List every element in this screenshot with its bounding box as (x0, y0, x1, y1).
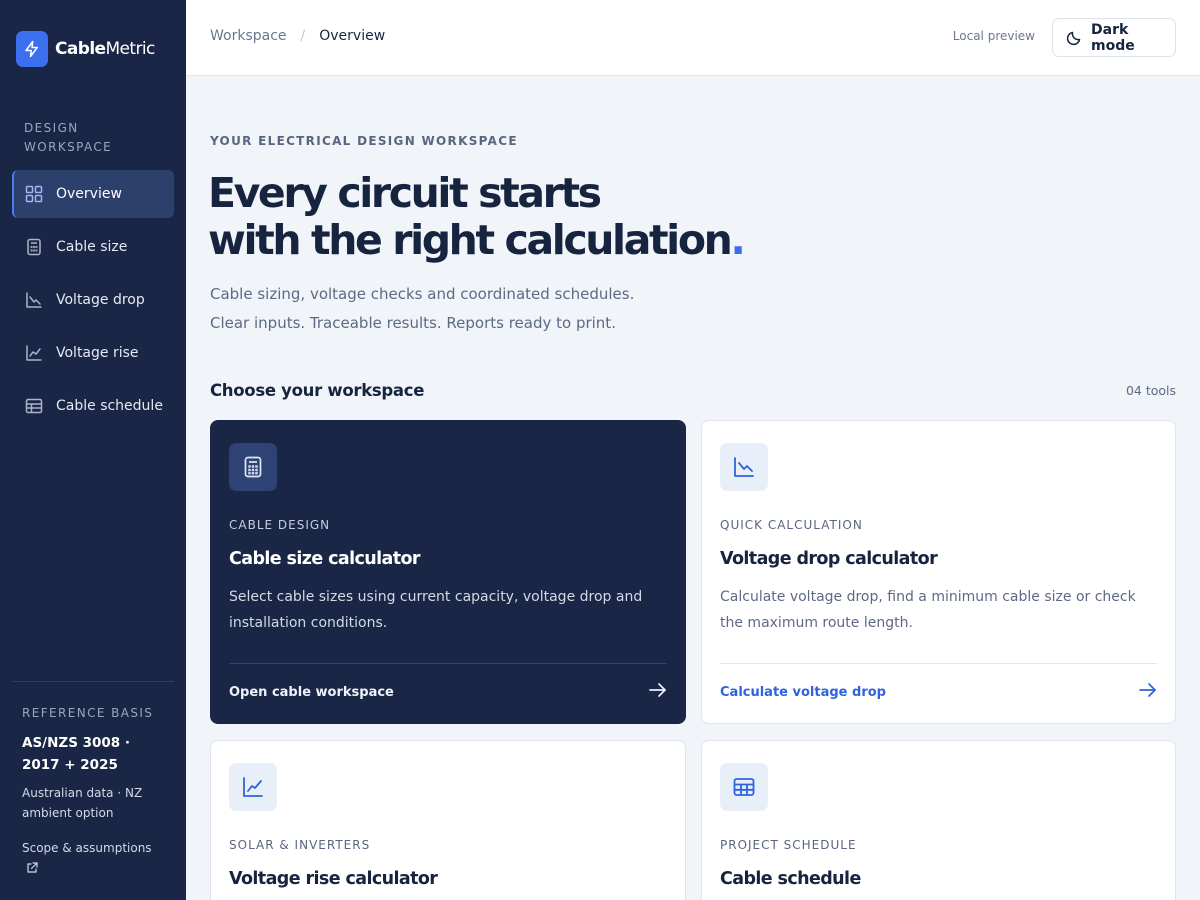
reference-data: Australian data · NZ ambient option (22, 786, 143, 820)
scope-assumptions-label: Scope & assumptions (22, 841, 152, 855)
external-link-icon (26, 860, 38, 880)
sidebar-item-overview[interactable]: Overview (12, 170, 174, 218)
chart-drop-icon (720, 443, 768, 491)
lead-line-1: Cable sizing, voltage checks and coordin… (210, 285, 635, 303)
reference-title: REFERENCE BASIS (22, 706, 154, 720)
lightning-bolt-icon (16, 31, 48, 67)
tools-heading: Choose your workspace (210, 381, 425, 400)
card-divider (229, 663, 667, 664)
card-divider (720, 663, 1157, 664)
table-icon (24, 396, 44, 416)
table-icon (720, 763, 768, 811)
tool-card-voltage-rise[interactable]: SOLAR & INVERTERS Voltage rise calculato… (210, 740, 686, 900)
chart-rise-icon (24, 343, 44, 363)
card-description: Calculate voltage drop, find a minimum c… (720, 589, 1136, 631)
tool-card-cable-size[interactable]: CABLE DESIGN Cable size calculator Selec… (210, 420, 686, 724)
tool-card-cable-schedule[interactable]: PROJECT SCHEDULE Cable schedule (701, 740, 1176, 900)
card-title: Cable size calculator (229, 549, 421, 569)
sidebar-nav: Overview Cable size Voltage drop Voltage… (12, 170, 174, 435)
dark-mode-label: Dark mode (1091, 21, 1135, 54)
moon-icon (1066, 30, 1082, 46)
arrow-right-icon (649, 683, 667, 701)
chart-drop-icon (24, 290, 44, 310)
card-title: Voltage drop calculator (720, 549, 938, 569)
preview-label: Local preview (952, 29, 1035, 43)
scope-assumptions-link[interactable]: Scope & assumptions (22, 838, 172, 880)
sidebar-item-voltage-drop[interactable]: Voltage drop (12, 276, 174, 324)
breadcrumb: Workspace / Overview (210, 28, 385, 44)
hero-eyebrow: YOUR ELECTRICAL DESIGN WORKSPACE (210, 134, 518, 148)
reference-standard: AS/NZS 3008 · 2017 + 2025 (22, 735, 131, 773)
dark-mode-button[interactable]: Dark mode (1052, 18, 1176, 57)
title-line-2: with the right calculation (208, 216, 733, 264)
sidebar-item-cable-schedule[interactable]: Cable schedule (12, 382, 174, 430)
chart-rise-icon (229, 763, 277, 811)
sidebar: CableMetric DESIGN WORKSPACE Overview Ca… (0, 0, 186, 900)
tools-count: 04 tools (1125, 383, 1176, 398)
tool-card-voltage-drop[interactable]: QUICK CALCULATION Voltage drop calculato… (701, 420, 1176, 724)
sidebar-item-label: Voltage rise (56, 345, 139, 361)
topbar: Workspace / Overview Local preview Dark … (186, 0, 1200, 76)
hero-lead: Cable sizing, voltage checks and coordin… (210, 280, 730, 338)
sidebar-item-voltage-rise[interactable]: Voltage rise (12, 329, 174, 377)
title-accent-dot: . (730, 216, 746, 264)
breadcrumb-separator: / (300, 28, 306, 44)
cta-label: Calculate voltage drop (720, 684, 886, 700)
card-title: Voltage rise calculator (229, 869, 438, 889)
lead-line-2: Clear inputs. Traceable results. Reports… (210, 314, 616, 332)
card-kicker: CABLE DESIGN (229, 518, 331, 532)
card-kicker: QUICK CALCULATION (720, 518, 863, 532)
brand[interactable]: CableMetric (16, 31, 155, 67)
cta-label: Open cable workspace (229, 684, 394, 700)
card-kicker: PROJECT SCHEDULE (720, 838, 857, 852)
sidebar-item-label: Cable size (56, 239, 128, 255)
sidebar-section-title: DESIGN WORKSPACE (24, 121, 113, 154)
grid-icon (24, 184, 44, 204)
calculate-voltage-drop-link[interactable]: Calculate voltage drop (720, 683, 1157, 701)
title-line-1: Every circuit starts (208, 169, 602, 217)
arrow-right-icon (1139, 683, 1157, 701)
brand-name: CableMetric (55, 39, 155, 59)
page-title: Every circuit starts with the right calc… (208, 170, 828, 264)
sidebar-item-label: Cable schedule (56, 398, 163, 414)
sidebar-item-label: Overview (56, 186, 122, 202)
sidebar-item-cable-size[interactable]: Cable size (12, 223, 174, 271)
card-title: Cable schedule (720, 869, 861, 889)
breadcrumb-workspace[interactable]: Workspace (210, 28, 287, 44)
sidebar-item-label: Voltage drop (56, 292, 145, 308)
calculator-icon (24, 237, 44, 257)
calculator-icon (229, 443, 277, 491)
card-kicker: SOLAR & INVERTERS (229, 838, 371, 852)
open-cable-workspace-link[interactable]: Open cable workspace (229, 683, 667, 701)
sidebar-divider (12, 681, 174, 682)
card-description: Select cable sizes using current capacit… (229, 589, 643, 631)
breadcrumb-current: Overview (319, 28, 386, 44)
